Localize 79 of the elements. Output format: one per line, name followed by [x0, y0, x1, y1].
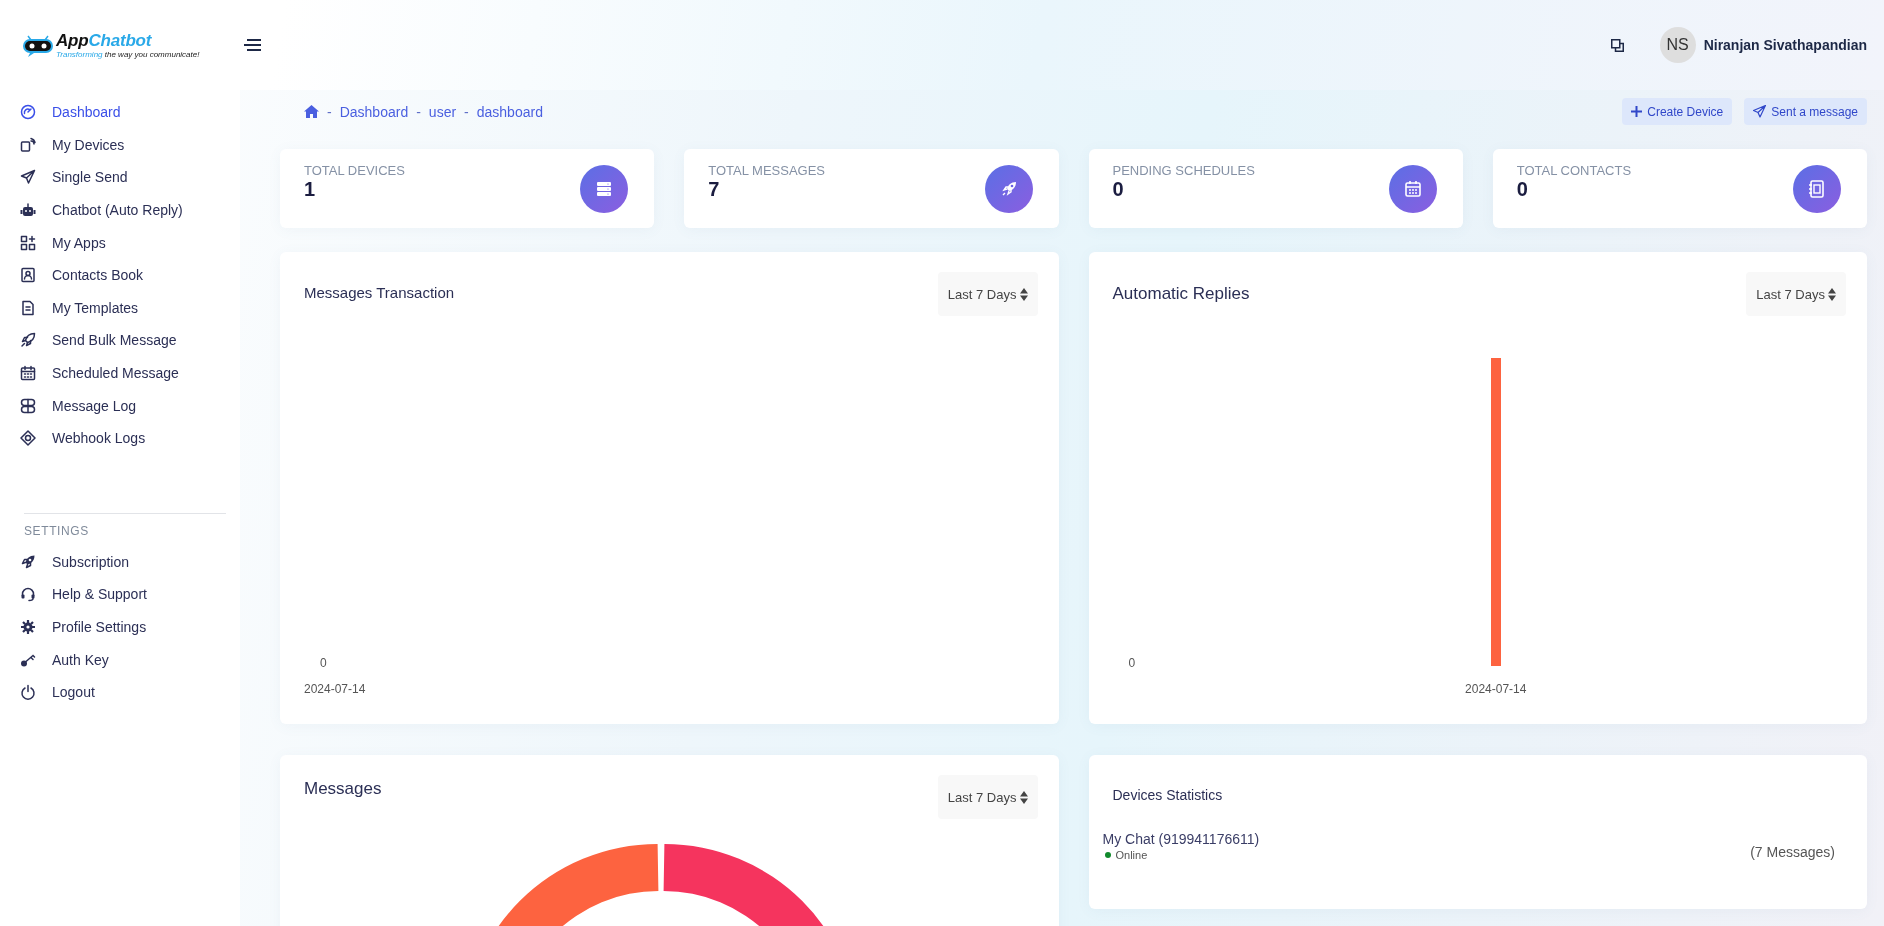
panel-title: Devices Statistics [1111, 786, 1223, 803]
axis-date-label: 2024-07-14 [304, 682, 366, 696]
axis-tick-label: 0 [319, 656, 328, 670]
period-select[interactable]: Last 7 Days [937, 272, 1038, 316]
sort-caret-icon [1019, 287, 1028, 301]
user-avatar[interactable]: NS [1659, 27, 1696, 63]
paper-plane-icon [20, 169, 36, 186]
grid-icon [20, 234, 36, 251]
toggle-icon [20, 397, 36, 414]
breadcrumb-separator: - [464, 103, 469, 120]
sidebar-item[interactable]: Single Send [20, 161, 240, 194]
gear-icon [20, 619, 36, 635]
sidebar-item[interactable]: Subscription [20, 545, 240, 579]
device-status: Online [1115, 849, 1148, 861]
period-select[interactable]: Last 7 Days [1746, 272, 1846, 316]
breadcrumb-link[interactable]: Dashboard [339, 103, 409, 120]
sidebar-item[interactable]: My Devices [20, 128, 240, 162]
sidebar-item[interactable]: Chatbot (Auto Reply) [20, 193, 240, 227]
panel-title: Automatic Replies [1112, 283, 1250, 304]
period-select[interactable]: Last 7 Days [937, 775, 1038, 819]
diamond-icon [20, 430, 36, 447]
paper-plane-icon [1753, 105, 1767, 118]
breadcrumb-link[interactable]: dashboard [476, 103, 543, 120]
sidebar-item[interactable]: My Templates [20, 291, 240, 325]
address-book-icon [1793, 164, 1841, 213]
breadcrumb-link[interactable]: user [428, 103, 457, 120]
stat-label: TOTAL DEVICES [304, 163, 405, 178]
menu-icon [243, 39, 262, 51]
robot-icon [20, 202, 36, 219]
calendar-icon [20, 365, 36, 382]
robot-logo-icon [22, 33, 54, 57]
stat-value: 1 [304, 178, 317, 200]
plus-icon [1631, 106, 1643, 117]
create-device-button[interactable]: Create Device [1622, 98, 1733, 125]
message-count: (7 Messages) [1750, 843, 1835, 860]
panel-title: Messages Transaction [304, 283, 455, 301]
stat-value: 0 [1516, 178, 1529, 200]
stat-value: 0 [1112, 178, 1125, 200]
headset-icon [20, 586, 36, 603]
app-logo[interactable]: AppChatbot Transforming the way you communicate! [22, 31, 200, 59]
panel-title: Messages [304, 778, 382, 799]
stat-label: TOTAL CONTACTS [1516, 163, 1632, 178]
rocket-icon [20, 553, 36, 570]
axis-date-label: 2024-07-14 [1465, 682, 1527, 696]
stat-value: 7 [708, 178, 721, 200]
gauge-icon [20, 104, 36, 121]
logo-wordmark: AppChatbot [56, 31, 153, 50]
overlapping-squares-icon [1610, 38, 1624, 52]
sidebar-item[interactable]: Scheduled Message [20, 356, 240, 390]
sidebar-item[interactable]: Help & Support [20, 578, 240, 611]
sidebar-item[interactable]: Auth Key [20, 643, 240, 676]
home-icon [304, 105, 319, 118]
sidebar-item[interactable]: Send Bulk Message [20, 324, 240, 357]
breadcrumb-separator: - [416, 103, 421, 120]
home-link[interactable] [304, 105, 319, 118]
sort-caret-icon [1019, 790, 1028, 804]
window-toggle-button[interactable] [1608, 36, 1626, 54]
sidebar-item[interactable]: Message Log [20, 389, 240, 422]
device-name: My Chat (919941176611) [1102, 831, 1260, 847]
logo-tagline: Transforming the way you communicate! [56, 49, 200, 59]
section-heading: SETTINGS [23, 523, 90, 540]
sidebar-item[interactable]: Webhook Logs [20, 421, 240, 455]
stat-label: PENDING SCHEDULES [1112, 163, 1255, 178]
breadcrumb-separator: - [327, 103, 332, 120]
rocket-icon [20, 332, 36, 349]
sidebar-item[interactable]: Profile Settings [20, 610, 240, 644]
contact-card-icon [20, 267, 36, 284]
stat-label: TOTAL MESSAGES [708, 163, 826, 178]
document-icon [20, 299, 36, 316]
device-icon [20, 136, 36, 153]
send-message-button[interactable]: Sent a message [1744, 98, 1867, 125]
sort-caret-icon [1828, 287, 1836, 301]
axis-tick-label: 0 [1127, 656, 1137, 670]
sidebar-item[interactable]: Dashboard [20, 96, 240, 129]
sidebar-item[interactable]: Logout [20, 675, 240, 709]
user-name[interactable]: Niranjan Sivathapandian [1703, 37, 1867, 53]
sidebar-item[interactable]: Contacts Book [20, 258, 240, 292]
power-icon [20, 684, 36, 701]
sidebar-item[interactable]: My Apps [20, 226, 240, 259]
